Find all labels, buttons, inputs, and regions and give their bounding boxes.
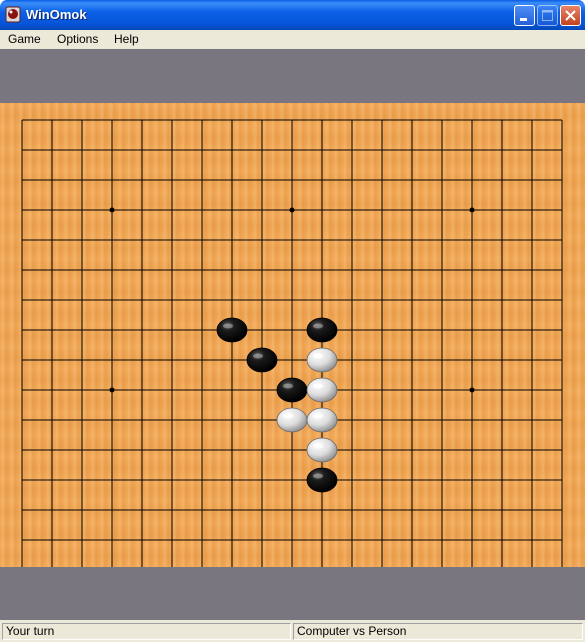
- black-stone: [246, 347, 278, 373]
- menu-help[interactable]: Help: [114, 32, 139, 46]
- star-point: [109, 207, 115, 213]
- white-stone: [306, 437, 338, 463]
- black-stone: [306, 317, 338, 343]
- status-bar: Your turn Computer vs Person: [0, 620, 585, 642]
- close-icon: [565, 10, 576, 21]
- maximize-icon: [542, 10, 553, 21]
- star-point: [469, 387, 475, 393]
- game-board[interactable]: [0, 103, 585, 567]
- white-stone: [306, 377, 338, 403]
- menu-bar: Game Options Help: [0, 30, 585, 49]
- black-stone: [216, 317, 248, 343]
- title-bar[interactable]: WinOmok: [0, 0, 585, 30]
- close-button[interactable]: [560, 5, 581, 26]
- white-stone: [276, 407, 308, 433]
- turn-status: Your turn: [2, 623, 291, 640]
- star-point: [289, 207, 295, 213]
- minimize-icon: [520, 18, 527, 21]
- maximize-button[interactable]: [537, 5, 558, 26]
- black-stone: [276, 377, 308, 403]
- white-stone: [306, 347, 338, 373]
- white-stone: [306, 407, 338, 433]
- star-point: [469, 207, 475, 213]
- menu-game[interactable]: Game: [8, 32, 41, 46]
- game-mode-status: Computer vs Person: [293, 623, 583, 640]
- menu-options[interactable]: Options: [57, 32, 98, 46]
- omok-app-icon[interactable]: [5, 6, 21, 23]
- window-title: WinOmok: [26, 7, 87, 22]
- minimize-button[interactable]: [514, 5, 535, 26]
- star-point: [109, 387, 115, 393]
- black-stone: [306, 467, 338, 493]
- board-grid[interactable]: [0, 103, 585, 567]
